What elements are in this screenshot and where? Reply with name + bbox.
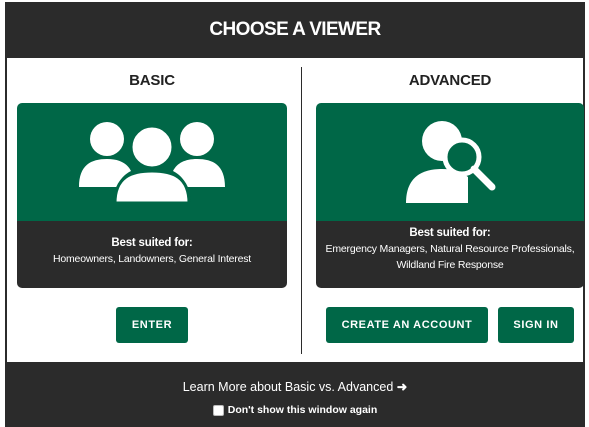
basic-card-icon-area	[17, 103, 287, 221]
arrow-right-icon: ➜	[396, 380, 408, 394]
dialog-title: CHOOSE A VIEWER	[209, 19, 381, 40]
sign-in-button[interactable]: SIGN IN	[498, 307, 574, 343]
learn-more-text: Learn More about Basic vs. Advanced	[182, 380, 394, 394]
basic-suited-label: Best suited for:	[111, 237, 193, 249]
basic-suited-desc: Homeowners, Landowners, General Interest	[52, 253, 252, 265]
advanced-card-icon-area	[316, 103, 584, 221]
advanced-suited-label: Best suited for:	[409, 227, 491, 239]
dialog-header: CHOOSE A VIEWER	[7, 2, 583, 58]
create-account-button[interactable]: CREATE AN ACCOUNT	[326, 307, 488, 343]
column-divider	[301, 67, 302, 354]
user-search-icon	[400, 115, 500, 210]
enter-button[interactable]: ENTER	[116, 307, 188, 343]
people-group-icon	[77, 115, 227, 210]
basic-card: Best suited for: Homeowners, Landowners,…	[17, 103, 287, 288]
choose-viewer-dialog: CHOOSE A VIEWER BASIC Best suited for: H…	[5, 2, 585, 427]
advanced-title: ADVANCED	[408, 72, 492, 89]
advanced-card: Best suited for: Emergency Managers, Nat…	[316, 103, 584, 288]
dont-show-label: Don't show this window again	[227, 404, 378, 416]
dont-show-again-option[interactable]: Don't show this window again	[7, 404, 583, 416]
advanced-card-info: Best suited for: Emergency Managers, Nat…	[316, 221, 584, 288]
basic-title: BASIC	[129, 72, 175, 89]
dialog-footer: Learn More about Basic vs. Advanced ➜ Do…	[7, 362, 583, 427]
advanced-suited-desc-line1: Emergency Managers, Natural Resource Pro…	[325, 243, 575, 255]
basic-card-info: Best suited for: Homeowners, Landowners,…	[17, 221, 287, 288]
learn-more-link[interactable]: Learn More about Basic vs. Advanced ➜	[7, 379, 583, 394]
advanced-suited-desc-line2: Wildland Fire Response	[396, 259, 504, 271]
dont-show-checkbox[interactable]	[212, 404, 224, 416]
